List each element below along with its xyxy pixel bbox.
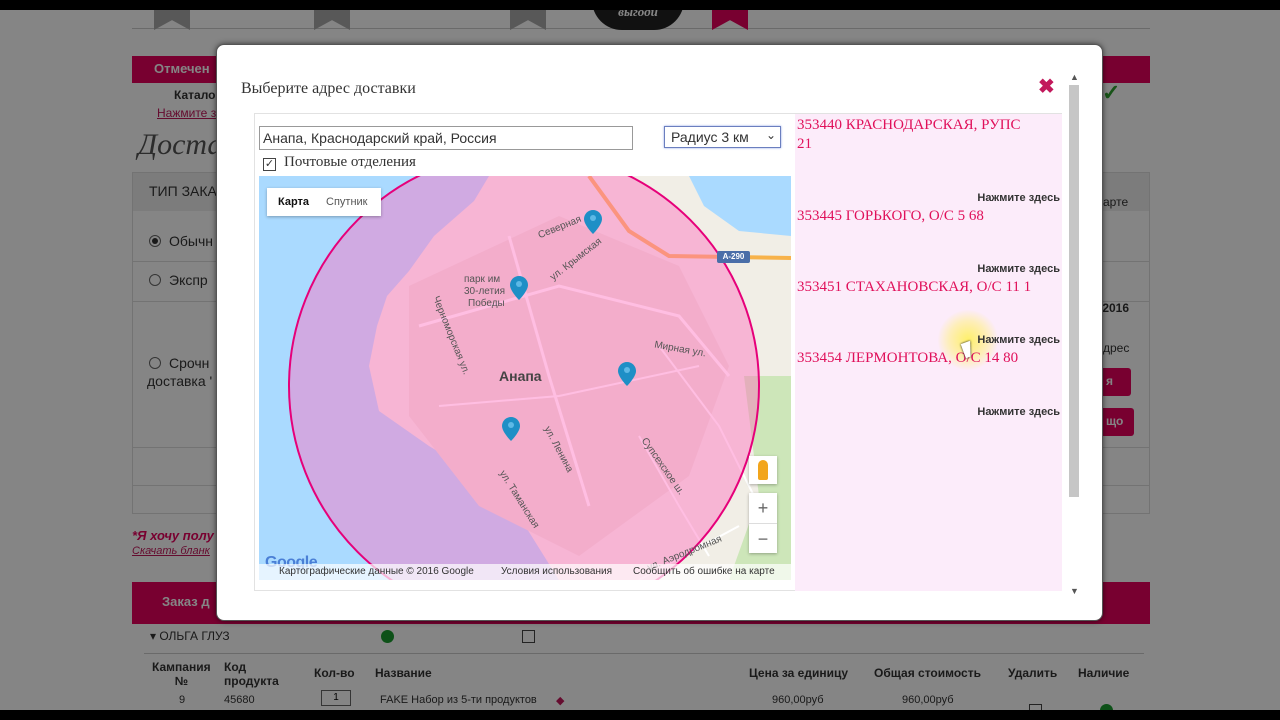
select-office-link[interactable]: Нажмите здесь <box>977 263 1060 275</box>
map-view[interactable]: Карта Спутник А-290 Анапа Северная ул. К… <box>259 176 791 580</box>
office-name: 353440 КРАСНОДАРСКАЯ, РУПС 21 <box>797 117 1021 152</box>
scroll-up-icon[interactable]: ▲ <box>1070 72 1079 82</box>
select-office-link[interactable]: Нажмите здесь <box>977 192 1060 204</box>
street-view-pegman-icon[interactable] <box>749 456 777 484</box>
map-marker-icon[interactable] <box>618 362 636 386</box>
zoom-out-button[interactable]: − <box>749 524 777 554</box>
address-search-input[interactable] <box>259 126 633 150</box>
scrollbar-thumb[interactable] <box>1069 85 1079 497</box>
office-name: 353445 ГОРЬКОГО, О/С 5 68 <box>797 208 984 224</box>
post-offices-toggle[interactable]: ✓ Почтовые отделения <box>263 154 416 171</box>
map-marker-icon[interactable] <box>584 210 602 234</box>
select-office-link[interactable]: Нажмите здесь <box>977 334 1060 346</box>
route-shield: А-290 <box>717 251 750 263</box>
chevron-down-icon: ⌄ <box>765 128 776 142</box>
zoom-in-button[interactable]: + <box>749 493 777 523</box>
park-label: Победы <box>468 298 505 309</box>
post-offices-list: 353440 КРАСНОДАРСКАЯ, РУПС 21 Нажмите зд… <box>795 114 1062 591</box>
tab-map[interactable]: Карта <box>278 196 309 208</box>
map-marker-icon[interactable] <box>502 417 520 441</box>
modal-content: Радиус 3 км ⌄ ✓Почтовые отделения <box>254 113 1062 591</box>
map-marker-icon[interactable] <box>510 276 528 300</box>
radius-select[interactable]: Радиус 3 км ⌄ <box>664 126 781 148</box>
terms-link[interactable]: Условия использования <box>501 566 612 577</box>
park-label: 30-летия <box>464 286 506 297</box>
checkbox-icon[interactable]: ✓ <box>263 158 276 171</box>
city-label: Анапа <box>499 368 542 384</box>
select-office-link[interactable]: Нажмите здесь <box>977 406 1060 418</box>
zoom-control: + − <box>749 493 777 553</box>
report-error-link[interactable]: Сообщить об ошибке на карте <box>633 566 775 577</box>
map-footer: Картографические данные © 2016 Google Ус… <box>259 564 791 580</box>
office-name: 353451 СТАХАНОВСКАЯ, О/С 11 1 <box>797 279 1032 295</box>
scroll-down-icon[interactable]: ▼ <box>1070 586 1079 596</box>
close-icon[interactable]: ✖ <box>1038 77 1055 97</box>
map-data-credit: Картографические данные © 2016 Google <box>279 566 474 577</box>
map-type-control: Карта Спутник <box>267 188 381 216</box>
modal-title: Выберите адрес доставки <box>241 80 416 97</box>
tab-satellite[interactable]: Спутник <box>326 196 367 208</box>
park-label: парк им <box>464 274 501 285</box>
delivery-address-modal: Выберите адрес доставки ✖ ▲ ▼ Радиус 3 к… <box>216 44 1103 621</box>
office-name: 353454 ЛЕРМОНТОВА, О/С 14 80 <box>797 350 1019 366</box>
